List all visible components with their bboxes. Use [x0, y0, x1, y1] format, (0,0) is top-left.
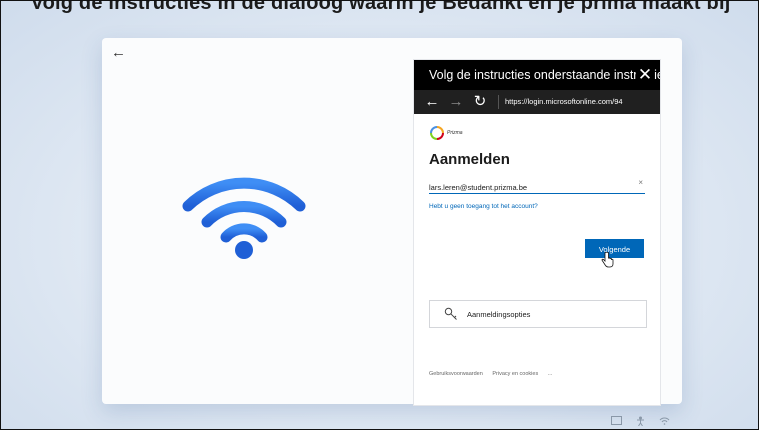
url-bar[interactable]: https://login.microsoftonline.com/94	[498, 95, 645, 109]
org-logo: Prizma	[429, 124, 645, 142]
back-icon[interactable]: ←	[420, 90, 444, 114]
browser-toolbar: ← → ↻ https://login.microsoftonline.com/…	[414, 90, 660, 114]
close-icon[interactable]: ✕	[636, 60, 654, 90]
screen-frame: Volg de instructies in de dialoog waarin…	[0, 0, 759, 430]
hand-cursor-icon	[601, 252, 614, 268]
forward-icon[interactable]: →	[444, 90, 468, 114]
signin-popup: Volg de instructies onderstaande instruc…	[413, 59, 661, 406]
signin-form: Prizma Aanmelden × Hebt u geen toegang t…	[414, 114, 660, 404]
next-button[interactable]: Volgende	[585, 239, 644, 258]
prizma-logo-icon	[430, 126, 444, 140]
keyboard-icon[interactable]	[611, 416, 622, 425]
setup-card: ← Volg de instructies onderstaande instr…	[102, 38, 682, 406]
accessibility-icon[interactable]	[636, 416, 645, 426]
logo-text: Prizma	[447, 130, 463, 136]
terms-link[interactable]: Gebruiksvoorwaarden	[429, 371, 483, 377]
privacy-link[interactable]: Privacy en cookies	[492, 371, 538, 377]
popup-footer: Gebruiksvoorwaarden Privacy en cookies .…	[429, 371, 560, 377]
email-field[interactable]	[429, 180, 629, 195]
email-field-row: ×	[429, 177, 645, 195]
more-options-icon[interactable]: ...	[548, 371, 553, 377]
back-arrow-icon[interactable]: ←	[111, 44, 126, 61]
instruction-caption: Volg de instructies in de dialoog waarin…	[30, 0, 731, 14]
popup-title: Volg de instructies onderstaande instruc…	[429, 68, 660, 82]
page-title: Aanmelden	[429, 151, 510, 168]
no-access-link[interactable]: Hebt u geen toegang tot het account?	[429, 203, 645, 210]
signin-options-button[interactable]: Aanmeldingsopties	[429, 300, 647, 328]
refresh-icon[interactable]: ↻	[468, 90, 492, 114]
signin-options-label: Aanmeldingsopties	[467, 309, 531, 319]
system-tray	[611, 416, 670, 426]
key-icon	[444, 307, 457, 320]
clear-icon[interactable]: ×	[638, 178, 643, 187]
wifi-icon	[182, 177, 306, 259]
popup-title-bar: Volg de instructies onderstaande instruc…	[414, 60, 660, 90]
network-icon[interactable]	[659, 416, 670, 425]
